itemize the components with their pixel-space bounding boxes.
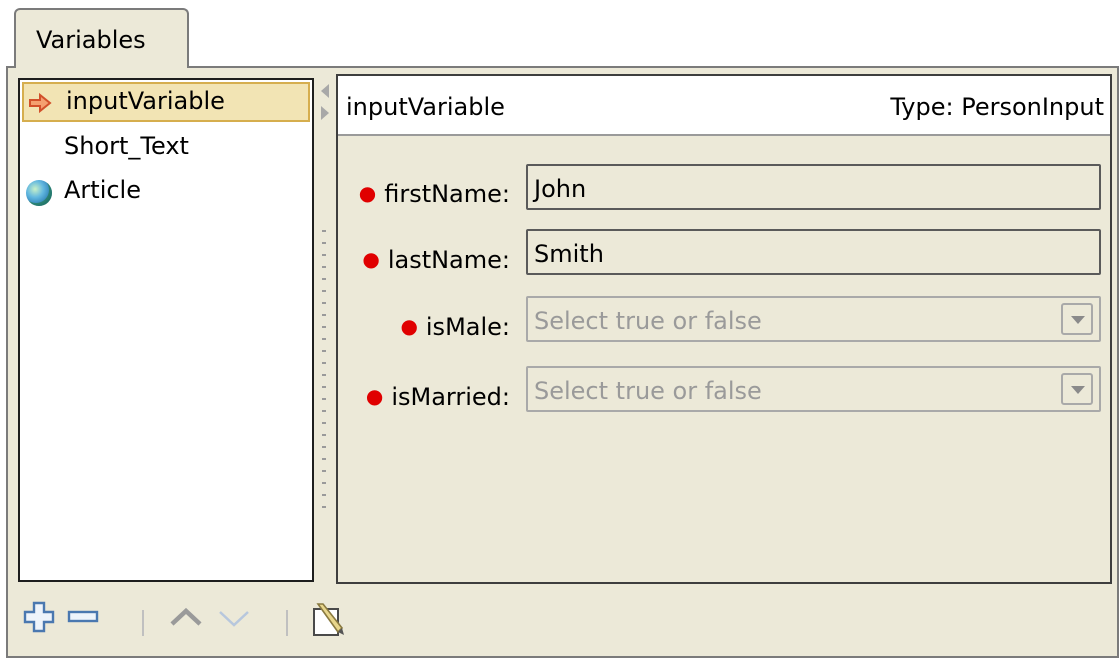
chevron-down-icon[interactable] xyxy=(1061,373,1093,405)
ismarried-select[interactable]: Select true or false xyxy=(526,366,1101,412)
add-icon[interactable] xyxy=(22,600,56,640)
collapse-right-icon[interactable] xyxy=(321,106,329,120)
tree-item-label: inputVariable xyxy=(66,87,225,115)
chevron-down-icon[interactable] xyxy=(1061,303,1093,335)
splitter-grip[interactable] xyxy=(322,230,326,510)
firstname-value: John xyxy=(534,175,587,203)
required-icon: ● xyxy=(362,247,380,271)
field-label-lastname: ● lastName: xyxy=(362,246,510,274)
tree-item-label: Short_Text xyxy=(64,132,189,160)
detail-header: inputVariable Type: PersonInput xyxy=(338,76,1110,136)
required-icon: ● xyxy=(358,181,377,205)
move-down-icon[interactable] xyxy=(216,600,252,640)
ismale-select[interactable]: Select true or false xyxy=(526,296,1101,342)
remove-icon[interactable] xyxy=(66,600,100,640)
variable-tree[interactable]: inputVariable Short_Text Article xyxy=(18,78,314,582)
tree-item-label: Article xyxy=(64,176,141,204)
field-label-ismale: ● isMale: xyxy=(400,313,510,341)
edit-icon[interactable] xyxy=(308,600,348,640)
toolbar-separator xyxy=(142,610,144,636)
ismale-placeholder: Select true or false xyxy=(534,307,762,335)
field-label-firstname: ● firstName: xyxy=(358,180,510,208)
sash-splitter[interactable] xyxy=(316,78,334,583)
required-icon: ● xyxy=(365,384,384,408)
lastname-value: Smith xyxy=(534,240,604,268)
firstname-input[interactable]: John xyxy=(526,164,1101,210)
move-up-icon[interactable] xyxy=(168,600,204,640)
tab-variables[interactable]: Variables xyxy=(14,8,189,68)
globe-icon xyxy=(26,180,52,206)
collapse-left-icon[interactable] xyxy=(321,84,329,98)
required-icon: ● xyxy=(400,314,418,338)
field-label-ismarried: ● isMarried: xyxy=(365,383,510,411)
toolbar-separator xyxy=(286,610,288,636)
ismarried-placeholder: Select true or false xyxy=(534,377,762,405)
tab-label: Variables xyxy=(36,26,146,54)
lastname-input[interactable]: Smith xyxy=(526,229,1101,275)
variable-type: Type: PersonInput xyxy=(890,93,1104,121)
arrow-right-icon xyxy=(28,92,54,120)
variable-name: inputVariable xyxy=(346,93,505,121)
tree-item-inputvariable[interactable]: inputVariable xyxy=(22,82,310,122)
